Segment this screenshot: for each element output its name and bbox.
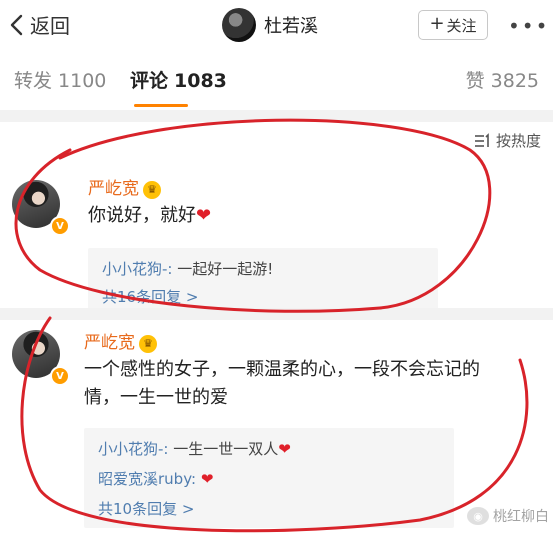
heart-icon: ❤ bbox=[278, 440, 291, 458]
more-options-button[interactable]: ••• bbox=[508, 14, 549, 38]
section-divider bbox=[0, 110, 553, 122]
back-button[interactable]: 返回 bbox=[8, 10, 70, 39]
wechat-icon: ◉ bbox=[467, 507, 489, 525]
comment-header: 严屹宽 ♛ bbox=[88, 174, 161, 199]
screenshot-split-band bbox=[0, 308, 553, 320]
watermark-text: 桃红柳白 bbox=[493, 509, 549, 525]
reply-preview-box[interactable]: 小小花狗-: 一起好一起游! 共16条回复 > bbox=[88, 248, 438, 312]
sort-by-hot-button[interactable]: 按热度 bbox=[474, 130, 541, 151]
verified-badge-icon: V bbox=[50, 216, 70, 236]
view-replies-link[interactable]: 共10条回复 > bbox=[98, 498, 194, 519]
comment-header: 严屹宽 ♛ bbox=[84, 328, 157, 353]
comment-text-line: 情，一生一世的爱 bbox=[84, 387, 228, 408]
active-tab-indicator bbox=[134, 104, 188, 107]
follow-button[interactable]: + 关注 bbox=[418, 10, 488, 40]
comment-item: V 严屹宽 ♛ 一个感性的女子，一颗温柔的心，一段不会忘记的 情，一生一世的爱 小… bbox=[0, 322, 553, 536]
back-label: 返回 bbox=[30, 14, 70, 38]
heart-icon: ❤ bbox=[200, 470, 214, 488]
view-replies-link[interactable]: 共16条回复 > bbox=[102, 286, 198, 307]
reply-line: 小小花狗-: 一起好一起游! bbox=[102, 258, 273, 279]
comment-item: V 严屹宽 ♛ 你说好，就好❤ 小小花狗-: 一起好一起游! 共16条回复 > bbox=[0, 170, 553, 312]
sort-icon bbox=[474, 132, 489, 147]
comment-username[interactable]: 严屹宽 bbox=[84, 333, 135, 353]
verified-badge-icon: V bbox=[50, 366, 70, 386]
comment-text-line: 一个感性的女子，一颗温柔的心，一段不会忘记的 bbox=[84, 359, 480, 380]
tab-comment-label: 评论 bbox=[130, 70, 169, 92]
profile-avatar[interactable] bbox=[222, 8, 256, 42]
tab-like-count: 3825 bbox=[490, 70, 539, 92]
profile-name[interactable]: 杜若溪 bbox=[264, 12, 318, 38]
tab-comment[interactable]: 评论 1083 bbox=[130, 66, 227, 93]
tab-bar: 转发 1100 评论 1083 赞 3825 bbox=[0, 66, 553, 108]
crown-badge-icon: ♛ bbox=[143, 180, 161, 199]
reply-username[interactable]: 小小花狗-: bbox=[102, 260, 172, 278]
crown-badge-icon: ♛ bbox=[139, 334, 157, 353]
comment-username[interactable]: 严屹宽 bbox=[88, 179, 139, 199]
comment-text-content: 你说好，就好 bbox=[88, 205, 196, 226]
top-nav-bar: 返回 杜若溪 + 关注 ••• bbox=[0, 0, 553, 52]
reply-line: 小小花狗-: 一生一世一双人❤ bbox=[98, 438, 291, 459]
plus-icon: + bbox=[429, 13, 445, 34]
reply-preview-box[interactable]: 小小花狗-: 一生一世一双人❤ 昭爱宽溪ruby: ❤ 共10条回复 > bbox=[84, 428, 454, 528]
reply-text: 一起好一起游! bbox=[172, 260, 274, 278]
sort-label: 按热度 bbox=[495, 132, 541, 150]
comment-text: 一个感性的女子，一颗温柔的心，一段不会忘记的 情，一生一世的爱 bbox=[84, 356, 544, 412]
reply-username[interactable]: 小小花狗-: bbox=[98, 440, 168, 458]
reply-line: 昭爱宽溪ruby: ❤ bbox=[98, 468, 213, 489]
tab-repost[interactable]: 转发 1100 bbox=[14, 66, 106, 93]
tab-like[interactable]: 赞 3825 bbox=[466, 66, 539, 93]
profile-header[interactable]: 杜若溪 bbox=[222, 8, 318, 42]
comment-text: 你说好，就好❤ bbox=[88, 202, 211, 230]
tab-comment-count: 1083 bbox=[174, 70, 227, 92]
heart-icon: ❤ bbox=[196, 205, 212, 226]
chevron-left-icon bbox=[10, 14, 23, 35]
reply-text: 一生一世一双人 bbox=[168, 440, 279, 458]
tab-repost-count: 1100 bbox=[58, 70, 107, 92]
watermark: ◉ 桃红柳白 bbox=[467, 506, 549, 526]
tab-repost-label: 转发 bbox=[14, 70, 53, 92]
tab-like-label: 赞 bbox=[465, 70, 485, 92]
reply-username[interactable]: 昭爱宽溪ruby: bbox=[98, 470, 196, 488]
follow-label: 关注 bbox=[446, 16, 477, 35]
